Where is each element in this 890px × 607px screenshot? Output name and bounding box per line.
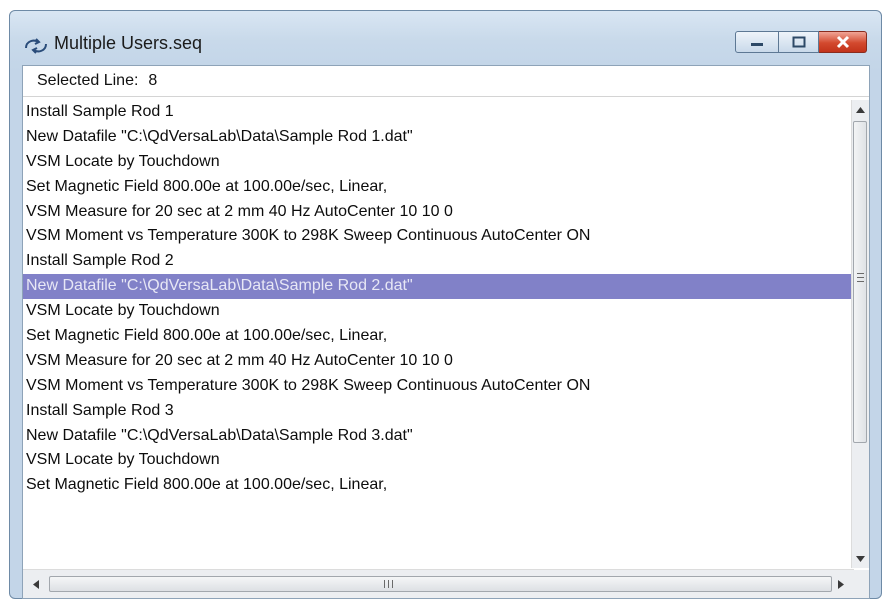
list-item[interactable]: Set Magnetic Field 800.00e at 100.00e/se… [23,473,855,498]
list-item[interactable]: VSM Measure for 20 sec at 2 mm 40 Hz Aut… [23,200,855,225]
horizontal-scroll-thumb[interactable] [49,576,832,592]
grip-icon [857,273,864,282]
list-item[interactable]: VSM Measure for 20 sec at 2 mm 40 Hz Aut… [23,349,855,374]
list-item[interactable]: VSM Moment vs Temperature 300K to 298K S… [23,224,855,249]
maximize-icon [792,36,805,48]
close-icon [836,35,849,49]
list-item-selected[interactable]: New Datafile "C:\QdVersaLab\Data\Sample … [23,274,855,300]
selected-line-label: Selected Line: [37,72,139,89]
sequence-list[interactable]: Install Sample Rod 1 New Datafile "C:\QdV… [23,100,855,498]
scroll-right-button[interactable] [830,570,852,598]
selected-line-indicator: Selected Line: 8 [37,72,157,90]
horizontal-scrollbar[interactable] [23,569,854,598]
list-item[interactable]: Install Sample Rod 3 [23,399,855,424]
close-button[interactable] [819,31,867,53]
grip-icon [384,580,393,588]
selected-line-value: 8 [148,72,158,89]
maximize-button[interactable] [779,31,819,53]
list-item[interactable]: Set Magnetic Field 800.00e at 100.00e/se… [23,324,855,349]
sequence-panel: Selected Line: 8 Install Sample Rod 1 New … [22,65,870,599]
caption-buttons [735,31,867,53]
minimize-button[interactable] [735,31,779,53]
title-bar[interactable]: Multiple Users.seq [10,11,881,69]
sequence-window: Multiple Users.seq Selected Line: 8 Insta… [9,10,882,599]
scroll-left-button[interactable] [25,570,47,598]
arrow-down-icon [856,555,865,562]
vertical-scrollbar[interactable] [851,100,869,568]
list-item[interactable]: Set Magnetic Field 800.00e at 100.00e/se… [23,175,855,200]
scrollbar-corner [852,570,869,598]
list-item[interactable]: Install Sample Rod 2 [23,249,855,274]
vertical-scroll-thumb[interactable] [853,121,867,443]
list-item[interactable]: VSM Locate by Touchdown [23,448,855,473]
list-item[interactable]: New Datafile "C:\QdVersaLab\Data\Sample … [23,424,855,449]
list-item[interactable]: VSM Locate by Touchdown [23,150,855,175]
scroll-up-button[interactable] [852,101,869,118]
sequence-icon [23,37,49,55]
window-title: Multiple Users.seq [54,33,203,53]
header-divider [23,96,869,97]
list-item[interactable]: VSM Locate by Touchdown [23,299,855,324]
list-item[interactable]: Install Sample Rod 1 [23,100,855,125]
minimize-icon [751,43,763,46]
list-item[interactable]: New Datafile "C:\QdVersaLab\Data\Sample … [23,125,855,150]
scroll-down-button[interactable] [852,550,869,567]
arrow-right-icon [838,579,844,589]
list-item[interactable]: VSM Moment vs Temperature 300K to 298K S… [23,374,855,399]
arrow-left-icon [33,579,39,589]
arrow-up-icon [856,106,865,113]
